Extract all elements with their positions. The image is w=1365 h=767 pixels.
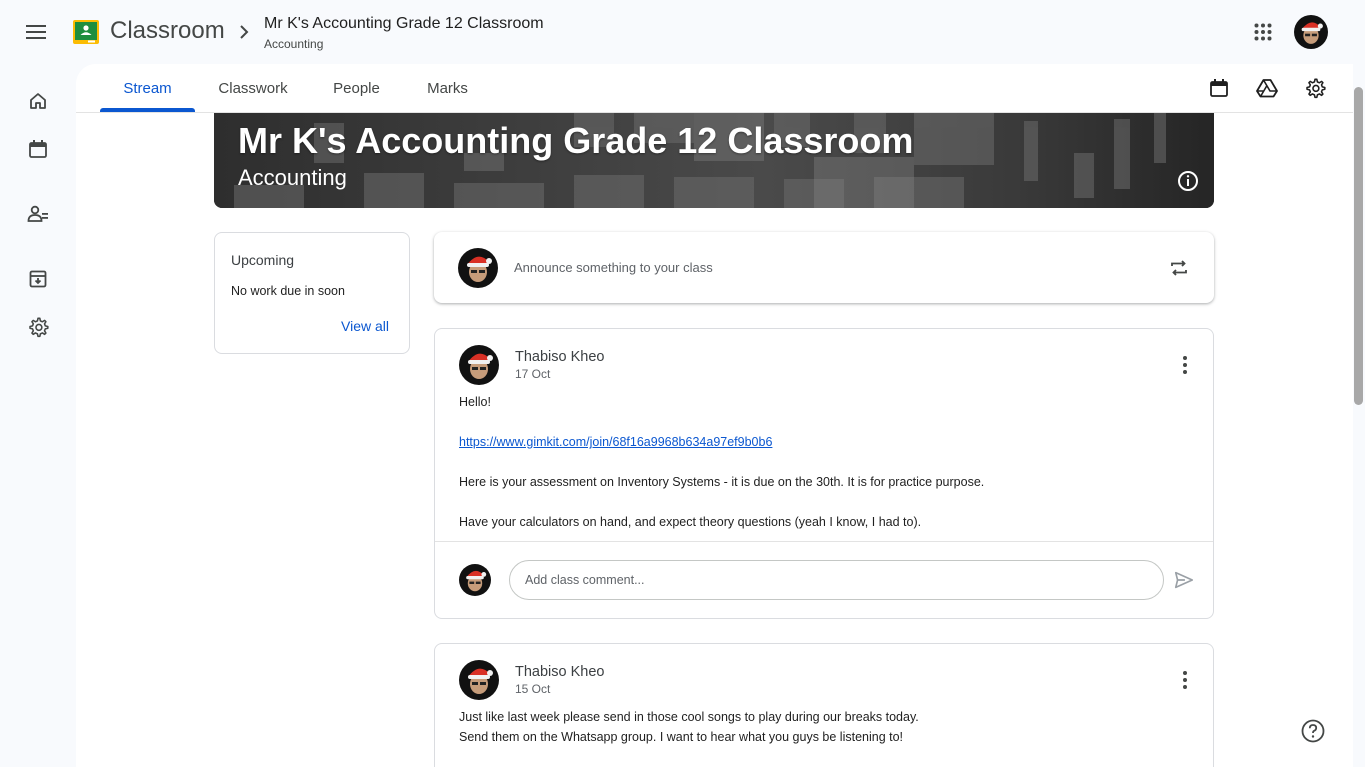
nav-calendar-button[interactable] xyxy=(18,129,58,169)
post-line xyxy=(459,492,984,512)
calendar-icon xyxy=(1210,79,1228,97)
drive-folder-button[interactable] xyxy=(1247,68,1287,108)
nav-archived-button[interactable] xyxy=(18,259,58,299)
main-content: Stream Classwork People Marks Mr K's Acc… xyxy=(76,64,1353,767)
banner-title: Mr K's Accounting Grade 12 Classroom xyxy=(238,120,914,161)
class-settings-button[interactable] xyxy=(1295,68,1335,108)
post-date: 15 Oct xyxy=(515,682,551,696)
upcoming-card: Upcoming No work due in soon View all xyxy=(214,232,410,354)
settings-icon xyxy=(29,317,49,338)
google-apps-button[interactable] xyxy=(1244,13,1282,51)
account-avatar[interactable] xyxy=(1294,15,1328,49)
post-body: Just like last week please send in those… xyxy=(459,707,919,747)
post-line: Send them on the Whatsapp group. I want … xyxy=(459,730,904,744)
upcoming-empty-text: No work due in soon xyxy=(231,284,345,298)
calendar-icon xyxy=(29,140,47,158)
left-navigation-rail xyxy=(0,64,76,767)
people-icon xyxy=(27,205,48,222)
breadcrumb-class-subtitle: Accounting xyxy=(264,37,324,51)
reuse-post-button[interactable] xyxy=(1164,253,1194,283)
post-author: Thabiso Kheo xyxy=(515,349,605,365)
comment-divider xyxy=(435,541,1213,542)
info-icon[interactable] xyxy=(1176,169,1200,193)
nav-enrolled-button[interactable] xyxy=(18,194,58,234)
post-author: Thabiso Kheo xyxy=(515,664,605,680)
nav-home-button[interactable] xyxy=(18,81,58,121)
stream-post: Thabiso Kheo 17 Oct Hello! https://www.g… xyxy=(434,328,1214,619)
upcoming-title: Upcoming xyxy=(231,252,295,268)
active-tab-indicator xyxy=(100,108,195,112)
tab-stream[interactable]: Stream xyxy=(100,64,195,112)
app-name[interactable]: Classroom xyxy=(110,17,225,45)
avatar xyxy=(459,345,499,385)
tab-classwork[interactable]: Classwork xyxy=(212,64,294,112)
calendar-button[interactable] xyxy=(1199,68,1239,108)
breadcrumb-class-title[interactable]: Mr K's Accounting Grade 12 Classroom xyxy=(264,15,544,33)
avatar xyxy=(459,564,491,596)
chevron-right-icon xyxy=(240,25,249,39)
avatar xyxy=(459,660,499,700)
more-vert-icon[interactable] xyxy=(1173,668,1197,692)
post-body: Hello! https://www.gimkit.com/join/68f16… xyxy=(459,392,984,532)
drive-icon xyxy=(1256,79,1278,98)
more-vert-icon[interactable] xyxy=(1173,353,1197,377)
post-line: Have your calculators on hand, and expec… xyxy=(459,515,922,529)
repost-icon xyxy=(1171,260,1187,276)
avatar xyxy=(458,248,498,288)
post-link[interactable]: https://www.gimkit.com/join/68f16a9968b6… xyxy=(459,435,772,449)
announce-box[interactable]: Announce something to your class xyxy=(434,232,1214,303)
classroom-logo-icon[interactable] xyxy=(73,20,99,44)
nav-settings-button[interactable] xyxy=(18,307,58,347)
scrollbar-thumb[interactable] xyxy=(1354,87,1363,405)
class-comment-input[interactable] xyxy=(509,560,1164,600)
stream-post: Thabiso Kheo 15 Oct Just like last week … xyxy=(434,643,1214,767)
post-line: Hello! xyxy=(459,395,491,409)
home-icon xyxy=(30,93,46,109)
post-date: 17 Oct xyxy=(515,367,551,381)
view-all-link[interactable]: View all xyxy=(341,318,389,334)
tab-people[interactable]: People xyxy=(326,64,387,112)
menu-icon xyxy=(26,25,46,39)
settings-icon xyxy=(1306,78,1326,99)
post-line xyxy=(459,412,984,432)
send-icon[interactable] xyxy=(1173,569,1195,591)
apps-grid-icon xyxy=(1254,23,1272,41)
post-line xyxy=(459,452,984,472)
help-icon[interactable] xyxy=(1300,718,1326,744)
archive-icon xyxy=(29,270,47,288)
announce-input[interactable]: Announce something to your class xyxy=(514,260,713,275)
tab-marks[interactable]: Marks xyxy=(419,64,476,112)
class-banner: Mr K's Accounting Grade 12 Classroom Acc… xyxy=(214,113,1214,208)
post-line: Just like last week please send in those… xyxy=(459,710,919,724)
top-app-bar: Classroom Mr K's Accounting Grade 12 Cla… xyxy=(0,0,1365,64)
post-line: Here is your assessment on Inventory Sys… xyxy=(459,475,985,489)
banner-subtitle: Accounting xyxy=(238,165,347,190)
tab-bar: Stream Classwork People Marks xyxy=(76,64,1353,113)
main-menu-button[interactable] xyxy=(16,12,56,52)
